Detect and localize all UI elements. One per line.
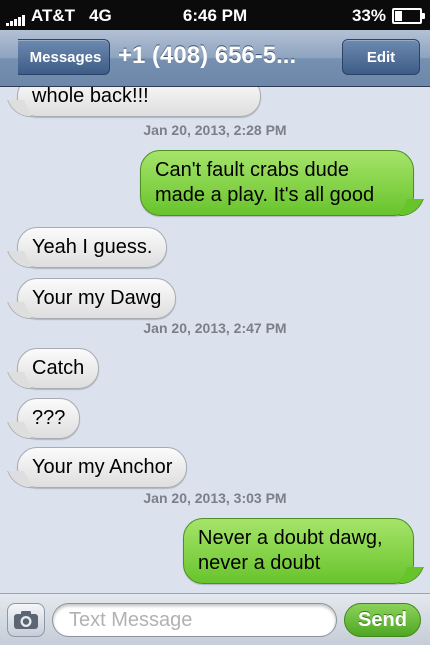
- message-text-line: Never a doubt dawg,: [198, 527, 383, 549]
- send-button[interactable]: Send: [344, 603, 421, 637]
- messages-back-button[interactable]: Messages: [18, 39, 110, 75]
- sent-message: Can't fault crabs dude made a play. It's…: [140, 150, 414, 216]
- message-text: Your my Dawg: [32, 287, 162, 309]
- message-timestamp: Jan 20, 2013, 2:28 PM: [143, 122, 287, 138]
- status-bar: AT&T 4G 6:46 PM 33%: [0, 0, 430, 30]
- received-message: whole back!!!: [17, 87, 261, 117]
- message-text: ???: [32, 407, 66, 429]
- message-timestamp: Jan 20, 2013, 2:47 PM: [143, 320, 287, 336]
- navigation-bar: Messages +1 (408) 656-5... Edit: [0, 30, 430, 87]
- camera-button[interactable]: [7, 603, 45, 637]
- received-message: Your my Dawg: [17, 278, 177, 319]
- battery-icon: [392, 8, 425, 24]
- message-text: Catch: [32, 357, 85, 379]
- received-message: Catch: [17, 348, 100, 389]
- sent-message: Never a doubt dawg, never a doubt: [183, 518, 414, 584]
- edit-button[interactable]: Edit: [342, 39, 420, 75]
- message-text: Your my Anchor: [32, 456, 173, 478]
- message-text-line: never a doubt: [198, 552, 321, 574]
- received-message: Your my Anchor: [17, 447, 188, 488]
- battery-fill: [395, 11, 403, 21]
- message-text-line: made a play. It's all good: [155, 184, 375, 206]
- message-text: Yeah I guess.: [32, 236, 153, 258]
- message-text: whole back!!!: [32, 87, 149, 107]
- received-message: ???: [17, 398, 81, 439]
- camera-icon: [14, 611, 38, 629]
- contact-title: +1 (408) 656-5...: [118, 42, 297, 69]
- message-input-bar: Send: [0, 593, 430, 645]
- message-text-line: Can't fault crabs dude: [155, 159, 349, 181]
- status-right: 33%: [351, 6, 425, 26]
- battery-percent: 33%: [351, 6, 386, 25]
- text-message-input[interactable]: [52, 603, 337, 637]
- received-message: Yeah I guess.: [17, 227, 168, 268]
- back-button-label: Messages: [29, 48, 102, 66]
- conversation-thread[interactable]: whole back!!! Jan 20, 2013, 2:28 PM Can'…: [0, 87, 430, 592]
- message-timestamp: Jan 20, 2013, 3:03 PM: [143, 490, 287, 506]
